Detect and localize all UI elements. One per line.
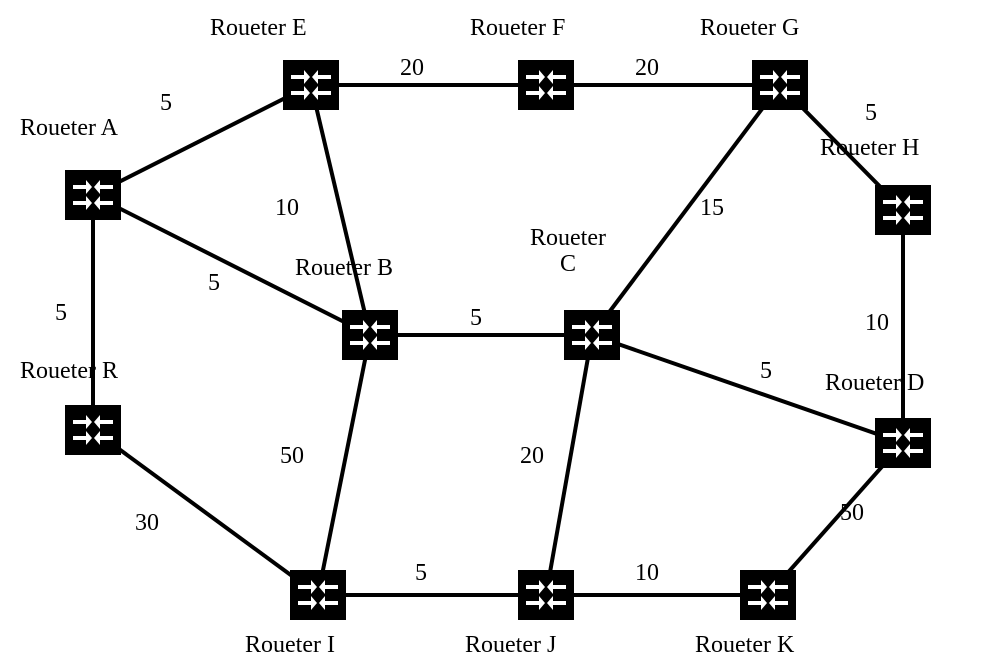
- router-icon: [288, 65, 334, 105]
- edge-E-B: [311, 85, 370, 335]
- edge-weight-J-K: 10: [635, 560, 659, 587]
- router-icon: [569, 315, 615, 355]
- edge-weight-I-J: 5: [415, 560, 427, 587]
- router-label-J: Roueter J: [465, 632, 556, 659]
- router-label-R: Roueter R: [20, 358, 118, 385]
- router-icon: [523, 65, 569, 105]
- edge-weight-K-D: 50: [840, 500, 864, 527]
- edge-weight-B-C: 5: [470, 305, 482, 332]
- edge-weight-A-B: 5: [208, 270, 220, 297]
- router-icon: [295, 575, 341, 615]
- router-icon: [880, 423, 926, 463]
- router-node-K: [740, 570, 796, 620]
- edge-weight-E-F: 20: [400, 55, 424, 82]
- edge-weight-H-D: 10: [865, 310, 889, 337]
- router-label-F: Roueter F: [470, 15, 565, 42]
- edge-weight-C-J: 20: [520, 443, 544, 470]
- router-icon: [745, 575, 791, 615]
- router-label-G: Roueter G: [700, 15, 799, 42]
- router-label-H: Roueter H: [820, 135, 919, 162]
- router-node-G: [752, 60, 808, 110]
- router-label-D: Roueter D: [825, 370, 924, 397]
- router-node-A: [65, 170, 121, 220]
- router-node-J: [518, 570, 574, 620]
- router-icon: [70, 175, 116, 215]
- edge-weight-A-R: 5: [55, 300, 67, 327]
- router-node-H: [875, 185, 931, 235]
- router-icon: [757, 65, 803, 105]
- router-icon: [70, 410, 116, 450]
- edge-C-J: [546, 335, 592, 595]
- edge-weight-G-H: 5: [865, 100, 877, 127]
- router-node-D: [875, 418, 931, 468]
- router-label-E: Roueter E: [210, 15, 307, 42]
- edge-weight-B-I: 50: [280, 443, 304, 470]
- edge-weight-E-B: 10: [275, 195, 299, 222]
- edge-weight-A-E: 5: [160, 90, 172, 117]
- router-node-F: [518, 60, 574, 110]
- edge-weight-F-G: 20: [635, 55, 659, 82]
- router-node-C: [564, 310, 620, 360]
- edge-weight-R-I: 30: [135, 510, 159, 537]
- router-node-I: [290, 570, 346, 620]
- router-icon: [880, 190, 926, 230]
- router-node-B: [342, 310, 398, 360]
- router-icon: [347, 315, 393, 355]
- router-label-B: Roueter B: [295, 255, 393, 282]
- edge-weight-C-D: 5: [760, 358, 772, 385]
- edges-layer: [0, 0, 1000, 672]
- router-label-A: Roueter A: [20, 115, 118, 142]
- router-label-K: Roueter K: [695, 632, 794, 659]
- edge-A-E: [93, 85, 311, 195]
- edge-weight-C-G: 15: [700, 195, 724, 222]
- router-icon: [523, 575, 569, 615]
- edge-B-I: [318, 335, 370, 595]
- router-label-I: Roueter I: [245, 632, 335, 659]
- router-node-E: [283, 60, 339, 110]
- router-label-C: RoueterC: [530, 225, 606, 278]
- router-node-R: [65, 405, 121, 455]
- edge-C-G: [592, 85, 780, 335]
